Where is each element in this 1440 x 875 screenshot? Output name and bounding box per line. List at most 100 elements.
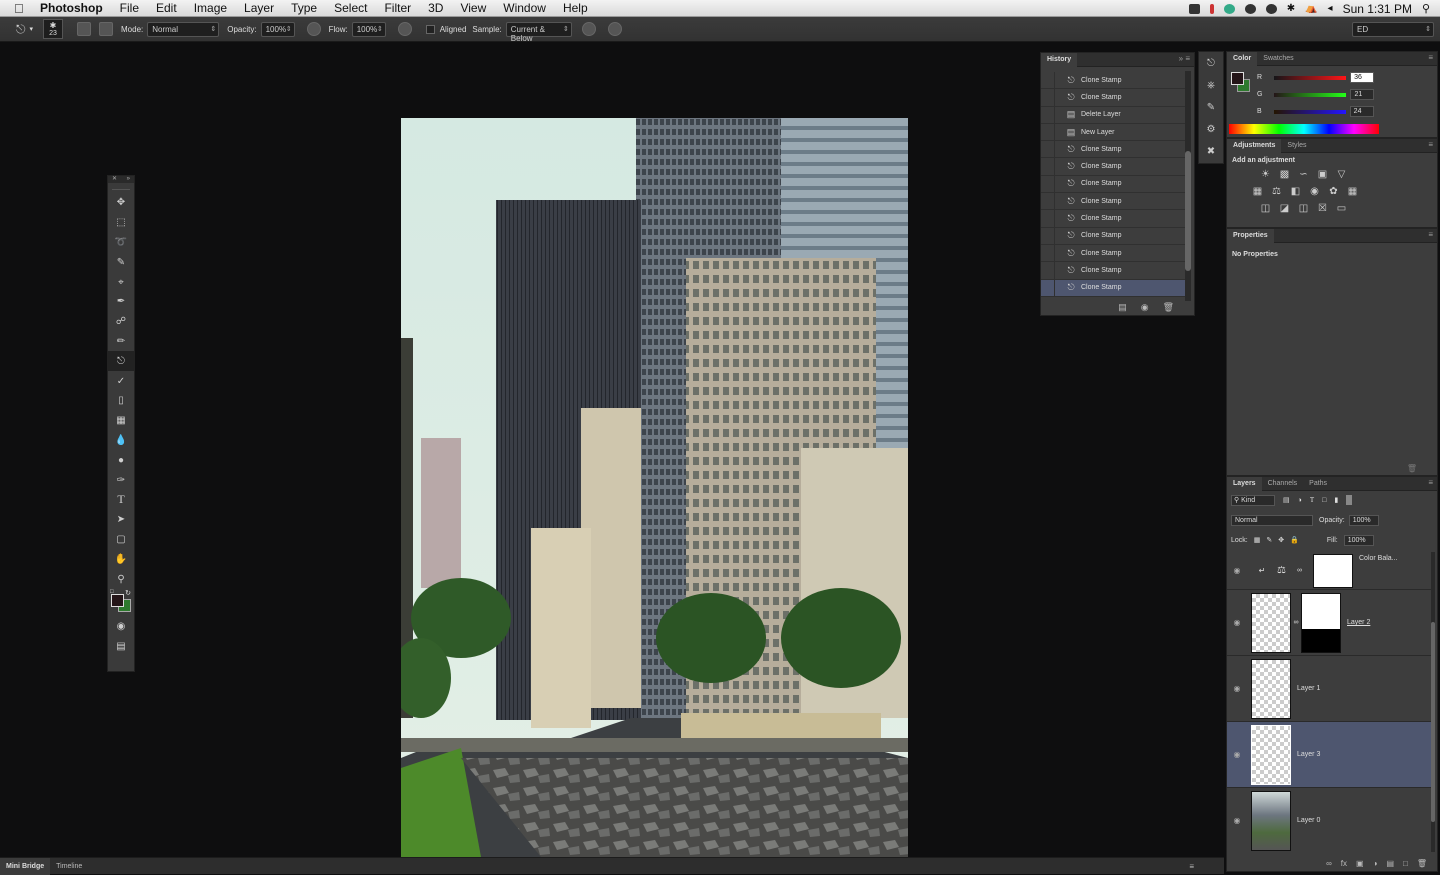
move-tool-icon[interactable]: ✥ xyxy=(108,193,134,213)
visibility-eye-icon[interactable]: ◉ xyxy=(1227,618,1247,627)
history-item[interactable]: ⎋ Clone Stamp xyxy=(1041,140,1185,159)
gradient-map-icon[interactable]: ▭ xyxy=(1335,202,1348,215)
swap-colors-icon[interactable]: ↻ xyxy=(125,589,131,597)
cloud-icon[interactable] xyxy=(1244,3,1256,14)
tools-panel-header[interactable]: ✕» xyxy=(108,176,134,183)
layer-name[interactable]: Color Bala... xyxy=(1359,555,1398,562)
healing-brush-tool-icon[interactable]: ☍ xyxy=(108,312,134,332)
layer-row-layer-3[interactable]: ◉ Layer 3 xyxy=(1227,722,1433,788)
crop-tool-icon[interactable]: ⌖ xyxy=(108,272,134,292)
pressure-opacity-icon[interactable] xyxy=(306,22,321,36)
hand-tool-icon[interactable]: ✋ xyxy=(108,549,134,569)
menu-3d[interactable]: 3D xyxy=(428,1,443,15)
layers-scrollbar[interactable] xyxy=(1431,552,1435,852)
history-brush-source-box[interactable] xyxy=(1041,140,1055,158)
volume-icon[interactable]: ◂ xyxy=(1328,3,1333,14)
levels-icon[interactable]: ▩ xyxy=(1278,168,1291,181)
lock-transparent-icon[interactable]: ▦ xyxy=(1254,536,1261,544)
history-brush-source-box[interactable] xyxy=(1041,106,1055,124)
new-adjustment-layer-icon[interactable]: ◑ xyxy=(1373,859,1378,868)
red-slider[interactable] xyxy=(1274,75,1347,80)
layers-scroll-thumb[interactable] xyxy=(1431,622,1435,822)
history-brush-source-box[interactable] xyxy=(1041,244,1055,262)
clone-stamp-preset-icon[interactable]: ⎋ xyxy=(16,22,26,37)
preset-dropdown-arrow[interactable]: ▾ xyxy=(30,25,34,33)
menu-filter[interactable]: Filter xyxy=(384,1,411,15)
filter-kind-select[interactable]: ⚲ Kind xyxy=(1231,494,1275,506)
lock-position-icon[interactable]: ✥ xyxy=(1278,536,1284,544)
path-selection-tool-icon[interactable]: ➤ xyxy=(108,510,134,530)
layer-opacity-field[interactable]: 100% xyxy=(1348,514,1379,526)
tab-adjustments[interactable]: Adjustments xyxy=(1227,138,1282,153)
panel-menu-icon[interactable]: ≡ xyxy=(1189,862,1194,871)
tab-paths[interactable]: Paths xyxy=(1303,477,1333,491)
new-layer-icon[interactable]: □ xyxy=(1403,859,1408,868)
type-tool-icon[interactable]: T xyxy=(108,490,134,510)
clock[interactable]: Sun 1:31 PM xyxy=(1343,2,1412,16)
menu-edit[interactable]: Edit xyxy=(156,1,177,15)
green-value-field[interactable]: 21 xyxy=(1350,89,1375,100)
menu-app[interactable]: Photoshop xyxy=(40,1,103,15)
tab-styles[interactable]: Styles xyxy=(1281,139,1312,153)
expand-icon[interactable]: » xyxy=(127,176,130,183)
brush-presets-icon[interactable]: ✎ xyxy=(1199,96,1223,118)
rectangle-tool-icon[interactable]: ▢ xyxy=(108,530,134,550)
layer-row-layer-1[interactable]: ◉ Layer 1 xyxy=(1227,656,1433,722)
opacity-field[interactable]: 100% xyxy=(260,21,295,37)
brush-tool-icon[interactable]: ✏ xyxy=(108,332,134,352)
tab-swatches[interactable]: Swatches xyxy=(1257,52,1299,66)
dodge-tool-icon[interactable]: ● xyxy=(108,450,134,470)
brush-preset-picker[interactable]: ✱ 23 xyxy=(43,19,64,39)
wifi-icon[interactable]: ⛺ xyxy=(1305,3,1317,14)
ignore-adjustment-layers-icon[interactable] xyxy=(581,22,596,36)
mode-select[interactable]: Normal xyxy=(147,21,220,37)
layer-name[interactable]: Layer 3 xyxy=(1297,751,1320,758)
photo-filter-icon[interactable]: ◉ xyxy=(1308,185,1321,198)
layer-fill-field[interactable]: 100% xyxy=(1343,534,1374,546)
black-white-icon[interactable]: ◧ xyxy=(1289,185,1302,198)
bluetooth-icon[interactable]: ✱ xyxy=(1287,3,1295,14)
layer-row-color-balance[interactable]: ◉ ↵ ⚖ ∞ Color Bala... xyxy=(1227,552,1433,590)
history-item[interactable]: ⎋ Clone Stamp xyxy=(1041,88,1185,107)
tools-grip[interactable] xyxy=(112,186,130,190)
visibility-eye-icon[interactable]: ◉ xyxy=(1227,684,1247,693)
blue-slider[interactable] xyxy=(1273,109,1346,114)
panel-menu-icon[interactable]: ≡ xyxy=(1428,140,1433,149)
selective-color-icon[interactable]: ☒ xyxy=(1316,202,1329,215)
channel-mixer-icon[interactable]: ✿ xyxy=(1327,185,1340,198)
posterize-icon[interactable]: ◪ xyxy=(1278,202,1291,215)
aligned-checkbox[interactable] xyxy=(425,24,435,34)
history-brush-source-box[interactable] xyxy=(1041,210,1055,228)
layer-thumbnail[interactable] xyxy=(1251,790,1291,851)
delete-state-icon[interactable]: 🗑 xyxy=(1163,302,1174,313)
screen-mode-icon[interactable]: ▤ xyxy=(108,637,134,657)
history-brush-source-box[interactable] xyxy=(1041,279,1055,297)
menu-type[interactable]: Type xyxy=(291,1,317,15)
lasso-tool-icon[interactable]: ➰ xyxy=(108,233,134,253)
sync-icon[interactable] xyxy=(1223,3,1235,14)
history-scrollbar[interactable] xyxy=(1185,71,1191,301)
history-scroll-thumb[interactable] xyxy=(1185,151,1191,271)
spotlight-search-icon[interactable]: ⚲ xyxy=(1422,2,1430,15)
history-item[interactable]: ▤ Delete Layer xyxy=(1041,106,1185,124)
marquee-tool-icon[interactable]: ⬚ xyxy=(108,213,134,233)
tab-mini-bridge[interactable]: Mini Bridge xyxy=(0,857,51,875)
layer-row-layer-0[interactable]: ◉ Layer 0 xyxy=(1227,788,1433,852)
layer-thumbnail[interactable] xyxy=(1251,592,1291,653)
layer-thumbnail[interactable] xyxy=(1251,724,1291,785)
menu-file[interactable]: File xyxy=(120,1,139,15)
layer-name[interactable]: Layer 1 xyxy=(1297,685,1320,692)
delete-layer-icon[interactable]: 🗑 xyxy=(1417,859,1427,868)
filter-pixel-icon[interactable]: ▤ xyxy=(1283,496,1290,504)
brightness-icon[interactable]: ☀ xyxy=(1259,168,1272,181)
brush-panel-toggle-icon[interactable] xyxy=(77,22,92,36)
history-item[interactable]: ⎋ Clone Stamp xyxy=(1041,158,1185,176)
tool-presets-icon[interactable]: ⚙ xyxy=(1199,118,1223,140)
panel-menu-icon[interactable]: ≡ xyxy=(1428,53,1433,62)
quick-select-tool-icon[interactable]: ✎ xyxy=(108,252,134,272)
visibility-eye-icon[interactable]: ◉ xyxy=(1227,816,1247,825)
history-brush-source-box[interactable] xyxy=(1041,175,1055,193)
history-item[interactable]: ⎋ Clone Stamp xyxy=(1041,175,1185,194)
visibility-eye-icon[interactable]: ◉ xyxy=(1227,750,1247,759)
eraser-tool-icon[interactable]: ▯ xyxy=(108,391,134,411)
